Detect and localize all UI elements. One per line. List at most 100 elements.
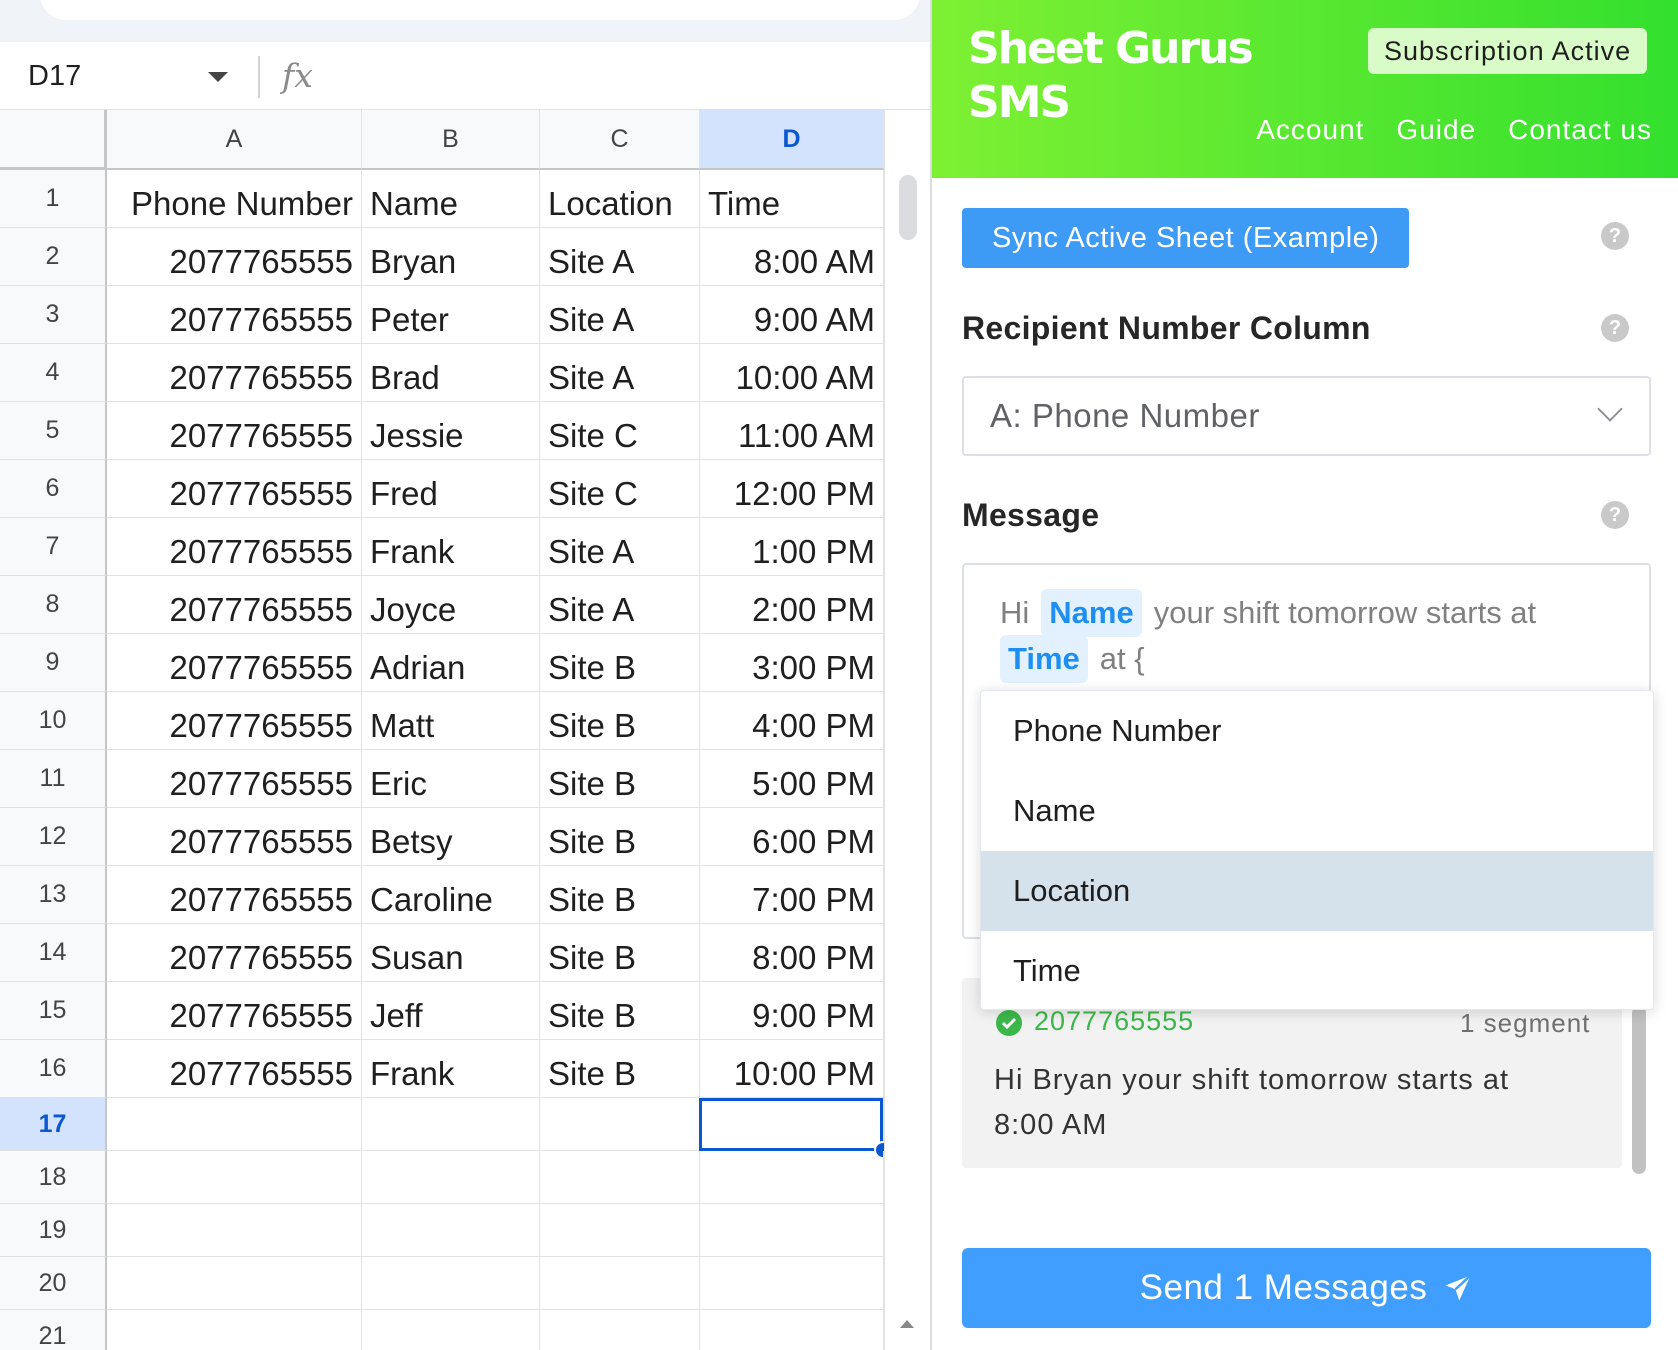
row-header[interactable]: 16 [0, 1040, 107, 1098]
sheet-cell[interactable]: Joyce [362, 576, 540, 634]
sheet-cell[interactable]: Brad [362, 344, 540, 402]
sheet-cell[interactable]: Site A [540, 228, 700, 286]
row-header[interactable]: 1 [0, 170, 107, 228]
sheet-cell[interactable]: 3:00 PM [700, 634, 884, 692]
sheet-cell[interactable]: 2077765555 [107, 286, 362, 344]
help-icon[interactable]: ? [1601, 314, 1629, 342]
sheet-cell[interactable]: 10:00 PM [700, 1040, 884, 1098]
sheet-cell[interactable]: Site B [540, 634, 700, 692]
sheet-cell[interactable]: Site A [540, 576, 700, 634]
row-header[interactable]: 10 [0, 692, 107, 750]
sheet-cell[interactable]: 9:00 AM [700, 286, 884, 344]
nav-guide-link[interactable]: Guide [1396, 114, 1476, 146]
sheet-cell[interactable]: Time [700, 170, 884, 228]
sheet-cell[interactable]: 2:00 PM [700, 576, 884, 634]
sheet-cell[interactable]: Site B [540, 866, 700, 924]
sheet-cell[interactable]: Location [540, 170, 700, 228]
sheet-cell[interactable] [540, 1151, 700, 1204]
sheet-cell[interactable]: Peter [362, 286, 540, 344]
sheet-cell[interactable]: Site C [540, 460, 700, 518]
help-icon[interactable]: ? [1601, 501, 1629, 529]
sheet-cell[interactable]: 2077765555 [107, 460, 362, 518]
sheet-cell[interactable]: Site B [540, 692, 700, 750]
sheet-cell[interactable]: Betsy [362, 808, 540, 866]
sheet-cell[interactable] [540, 1257, 700, 1310]
row-header[interactable]: 4 [0, 344, 107, 402]
sheet-cell[interactable]: Site B [540, 1040, 700, 1098]
sheet-cell[interactable]: 2077765555 [107, 924, 362, 982]
row-header[interactable]: 12 [0, 808, 107, 866]
preview-scrollbar[interactable] [1632, 1006, 1646, 1174]
sheet-cell[interactable]: 2077765555 [107, 1040, 362, 1098]
row-header[interactable]: 15 [0, 982, 107, 1040]
scrollbar-thumb[interactable] [899, 175, 917, 240]
sheet-cell[interactable]: Adrian [362, 634, 540, 692]
sheet-cell[interactable] [107, 1257, 362, 1310]
row-header[interactable]: 21 [0, 1310, 107, 1350]
sheet-cell[interactable] [700, 1310, 884, 1350]
sheet-cell[interactable]: 2077765555 [107, 692, 362, 750]
name-variable-tag[interactable]: Name [1041, 589, 1142, 637]
column-header-d[interactable]: D [700, 110, 884, 170]
scroll-up-icon[interactable] [900, 1320, 914, 1328]
sheet-cell[interactable]: 1:00 PM [700, 518, 884, 576]
help-icon[interactable]: ? [1601, 222, 1629, 250]
sheet-cell[interactable]: 2077765555 [107, 576, 362, 634]
vertical-scrollbar[interactable] [884, 110, 930, 1350]
sheet-cell[interactable]: Frank [362, 1040, 540, 1098]
row-header[interactable]: 19 [0, 1204, 107, 1257]
sheet-cell[interactable]: Site B [540, 924, 700, 982]
sheet-cell[interactable]: 4:00 PM [700, 692, 884, 750]
column-header-a[interactable]: A [107, 110, 362, 170]
time-variable-tag[interactable]: Time [1000, 635, 1088, 683]
sheet-cell[interactable]: 9:00 PM [700, 982, 884, 1040]
sheet-cell[interactable]: 2077765555 [107, 634, 362, 692]
row-header[interactable]: 3 [0, 286, 107, 344]
sheet-cell[interactable]: 6:00 PM [700, 808, 884, 866]
sheet-cell[interactable] [107, 1151, 362, 1204]
sheet-cell[interactable] [540, 1098, 700, 1151]
sheet-cell[interactable] [107, 1310, 362, 1350]
sheet-cell[interactable]: Susan [362, 924, 540, 982]
sheet-cell[interactable] [362, 1204, 540, 1257]
recipient-column-select[interactable]: A: Phone Number [962, 376, 1651, 456]
sheet-cell[interactable]: Phone Number [107, 170, 362, 228]
dropdown-option-phone-number[interactable]: Phone Number [981, 691, 1653, 771]
row-header[interactable]: 18 [0, 1151, 107, 1204]
row-header[interactable]: 7 [0, 518, 107, 576]
row-header[interactable]: 6 [0, 460, 107, 518]
sheet-cell[interactable]: Fred [362, 460, 540, 518]
sheet-cell[interactable]: Frank [362, 518, 540, 576]
sheet-cell[interactable]: Site B [540, 982, 700, 1040]
dropdown-option-time[interactable]: Time [981, 931, 1653, 1011]
row-header[interactable]: 2 [0, 228, 107, 286]
sheet-cell[interactable]: Jeff [362, 982, 540, 1040]
nav-contact-link[interactable]: Contact us [1508, 114, 1652, 146]
row-header[interactable]: 20 [0, 1257, 107, 1310]
sheet-cell[interactable] [700, 1151, 884, 1204]
row-header[interactable]: 13 [0, 866, 107, 924]
row-header[interactable]: 5 [0, 402, 107, 460]
sheet-cell[interactable]: Site A [540, 518, 700, 576]
sheet-cell[interactable]: 10:00 AM [700, 344, 884, 402]
sheet-cell[interactable]: Site B [540, 808, 700, 866]
sheet-cell[interactable] [362, 1151, 540, 1204]
sheet-cell[interactable] [107, 1204, 362, 1257]
send-messages-button[interactable]: Send 1 Messages [962, 1248, 1651, 1328]
row-header[interactable]: 11 [0, 750, 107, 808]
column-header-b[interactable]: B [362, 110, 540, 170]
sheet-cell[interactable]: Name [362, 170, 540, 228]
sheet-cell[interactable]: 8:00 PM [700, 924, 884, 982]
sheet-cell[interactable]: 7:00 PM [700, 866, 884, 924]
sheet-cell[interactable]: Matt [362, 692, 540, 750]
sheet-cell[interactable]: 2077765555 [107, 402, 362, 460]
row-header[interactable]: 9 [0, 634, 107, 692]
row-header[interactable]: 8 [0, 576, 107, 634]
sheet-cell[interactable]: Site C [540, 402, 700, 460]
sheet-cell[interactable]: 2077765555 [107, 518, 362, 576]
sheet-cell[interactable]: 2077765555 [107, 344, 362, 402]
sheet-cell[interactable]: Jessie [362, 402, 540, 460]
sheet-cell[interactable]: 2077765555 [107, 750, 362, 808]
select-all-corner[interactable] [0, 110, 107, 170]
row-header[interactable]: 17 [0, 1098, 107, 1151]
